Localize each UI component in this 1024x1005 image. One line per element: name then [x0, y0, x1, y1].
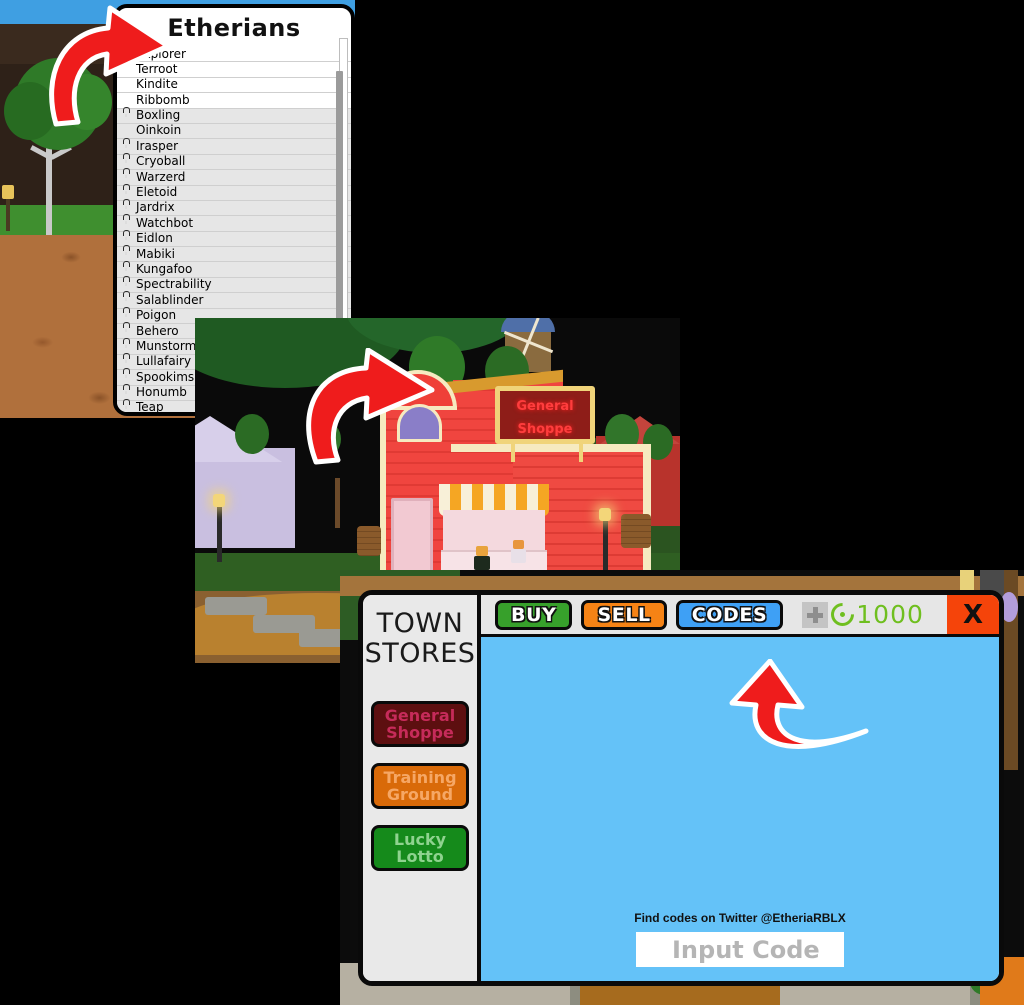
currency-amount: 1000 — [856, 600, 924, 629]
add-currency-button[interactable] — [802, 601, 829, 628]
tree — [235, 414, 269, 454]
lock-icon — [121, 202, 132, 214]
barrel — [357, 526, 381, 556]
tab-sell[interactable]: SELL — [581, 599, 667, 630]
etherian-list-item[interactable]: Eidlon — [117, 231, 351, 248]
lock-icon — [121, 264, 132, 276]
etherian-list-item[interactable]: Irasper — [117, 138, 351, 155]
lock-icon — [121, 141, 132, 153]
etherian-name: Behero — [136, 323, 179, 338]
general-shoppe-sign: General Shoppe — [495, 386, 595, 444]
currency-display: 1000 — [802, 598, 924, 631]
store-sidebar-title: TOWN STORES — [365, 609, 476, 669]
etherian-list-item[interactable]: Cryoball — [117, 154, 351, 171]
sidebar-button-training-ground-line2: Ground — [386, 785, 454, 804]
store-content-panel: Find codes on Twitter @EtheriaRBLX — [481, 637, 999, 981]
store-sidebar-title-line2: STORES — [364, 638, 476, 669]
shop-sign-line1: General — [516, 399, 574, 414]
etherian-name: Irasper — [136, 138, 179, 153]
etherian-name: Spectrability — [136, 277, 212, 292]
lock-icon — [121, 402, 132, 412]
coin-icon — [826, 598, 860, 631]
etherian-name: Poigon — [136, 308, 177, 323]
etherian-list-item[interactable]: Jardrix — [117, 200, 351, 217]
etherian-name: Spookims — [136, 369, 195, 384]
codes-hint-text: Find codes on Twitter @EtheriaRBLX — [634, 911, 846, 925]
lamp-post — [217, 500, 222, 562]
lock-icon — [121, 156, 132, 168]
sidebar-button-training-ground[interactable]: Training Ground — [371, 763, 469, 809]
red-curved-arrow-pointing-up — [729, 659, 869, 749]
town-stores-game-capture: TOWN STORES General Shoppe Training Grou… — [340, 570, 1024, 1005]
red-curved-arrow-pointing-right — [306, 348, 435, 465]
etherian-name: Eletoid — [136, 185, 178, 200]
lamp-light — [213, 494, 225, 507]
sidebar-button-lucky-lotto-line1: Lucky — [393, 830, 447, 849]
etherian-name: Honumb — [136, 385, 187, 400]
store-sidebar-title-line1: TOWN — [376, 608, 464, 639]
town-stores-dialog: TOWN STORES General Shoppe Training Grou… — [358, 590, 1004, 986]
lamp-light — [2, 185, 14, 199]
lock-icon — [121, 233, 132, 245]
etherian-name: Munstorm — [136, 338, 197, 353]
tab-buy[interactable]: BUY — [495, 599, 573, 630]
etherian-name: Eidlon — [136, 231, 173, 246]
lock-icon — [121, 325, 132, 337]
windmill-cap — [501, 318, 555, 332]
sidebar-button-lucky-lotto[interactable]: Lucky Lotto — [371, 825, 469, 871]
purple-house — [195, 448, 295, 548]
etherian-name: Watchbot — [136, 215, 194, 230]
sidebar-button-general-shoppe[interactable]: General Shoppe — [371, 701, 469, 747]
etherian-name: Cryoball — [136, 154, 186, 169]
lock-icon — [121, 387, 132, 399]
lamp-light — [599, 508, 611, 521]
barrel — [621, 514, 651, 548]
shopkeeper-npc — [511, 540, 527, 566]
tree-trunk — [335, 478, 340, 528]
sign-post — [579, 444, 583, 462]
sidebar-button-lucky-lotto-line2: Lotto — [396, 847, 444, 866]
etherian-list-item[interactable]: Spectrability — [117, 277, 351, 294]
sidebar-button-general-shoppe-line1: General — [384, 706, 456, 725]
sign-post — [511, 444, 515, 462]
etherian-name: Warzerd — [136, 169, 186, 184]
lock-icon — [121, 187, 132, 199]
lock-icon — [121, 217, 132, 229]
etherian-list-item[interactable]: Kungafoo — [117, 261, 351, 278]
sidebar-button-general-shoppe-line2: Shoppe — [386, 723, 454, 742]
store-main-area: BUY SELL CODES 1000 X Find codes on Twit… — [481, 595, 999, 981]
screenshot-stage: Etherians Explorer Terroot Kindite Ribbomb B… — [0, 0, 1024, 1005]
etherian-list-item[interactable]: Watchbot — [117, 215, 351, 232]
lock-icon — [121, 171, 132, 183]
store-sidebar: TOWN STORES General Shoppe Training Grou… — [363, 595, 481, 981]
etherian-name: Salablinder — [136, 292, 204, 307]
shop-trim — [451, 444, 651, 452]
lock-icon — [121, 310, 132, 322]
sidebar-button-training-ground-line1: Training — [383, 768, 457, 787]
etherian-name: Lullafairy — [136, 354, 192, 369]
red-curved-arrow-pointing-right — [49, 5, 171, 127]
etherian-list-item[interactable]: Warzerd — [117, 169, 351, 186]
etherian-name: Mabiki — [136, 246, 175, 261]
close-button[interactable]: X — [947, 595, 999, 634]
etherian-list-item[interactable]: Eletoid — [117, 185, 351, 201]
tab-codes[interactable]: CODES — [675, 599, 784, 630]
lock-icon — [121, 294, 132, 306]
etherian-list-item[interactable]: Mabiki — [117, 246, 351, 263]
lock-icon — [121, 371, 132, 383]
lock-icon — [121, 341, 132, 353]
code-input[interactable] — [636, 932, 844, 967]
etherian-name: Jardrix — [136, 200, 175, 215]
etherian-name: Kungafoo — [136, 261, 193, 276]
lock-icon — [121, 248, 132, 260]
etherian-list-item[interactable]: Salablinder — [117, 292, 351, 309]
shop-sign-line2: Shoppe — [517, 422, 573, 437]
store-topbar: BUY SELL CODES 1000 X — [481, 595, 999, 637]
lock-icon — [121, 356, 132, 368]
path-stone — [205, 597, 267, 615]
etherian-name: Teap — [136, 400, 164, 415]
lock-icon — [121, 279, 132, 291]
